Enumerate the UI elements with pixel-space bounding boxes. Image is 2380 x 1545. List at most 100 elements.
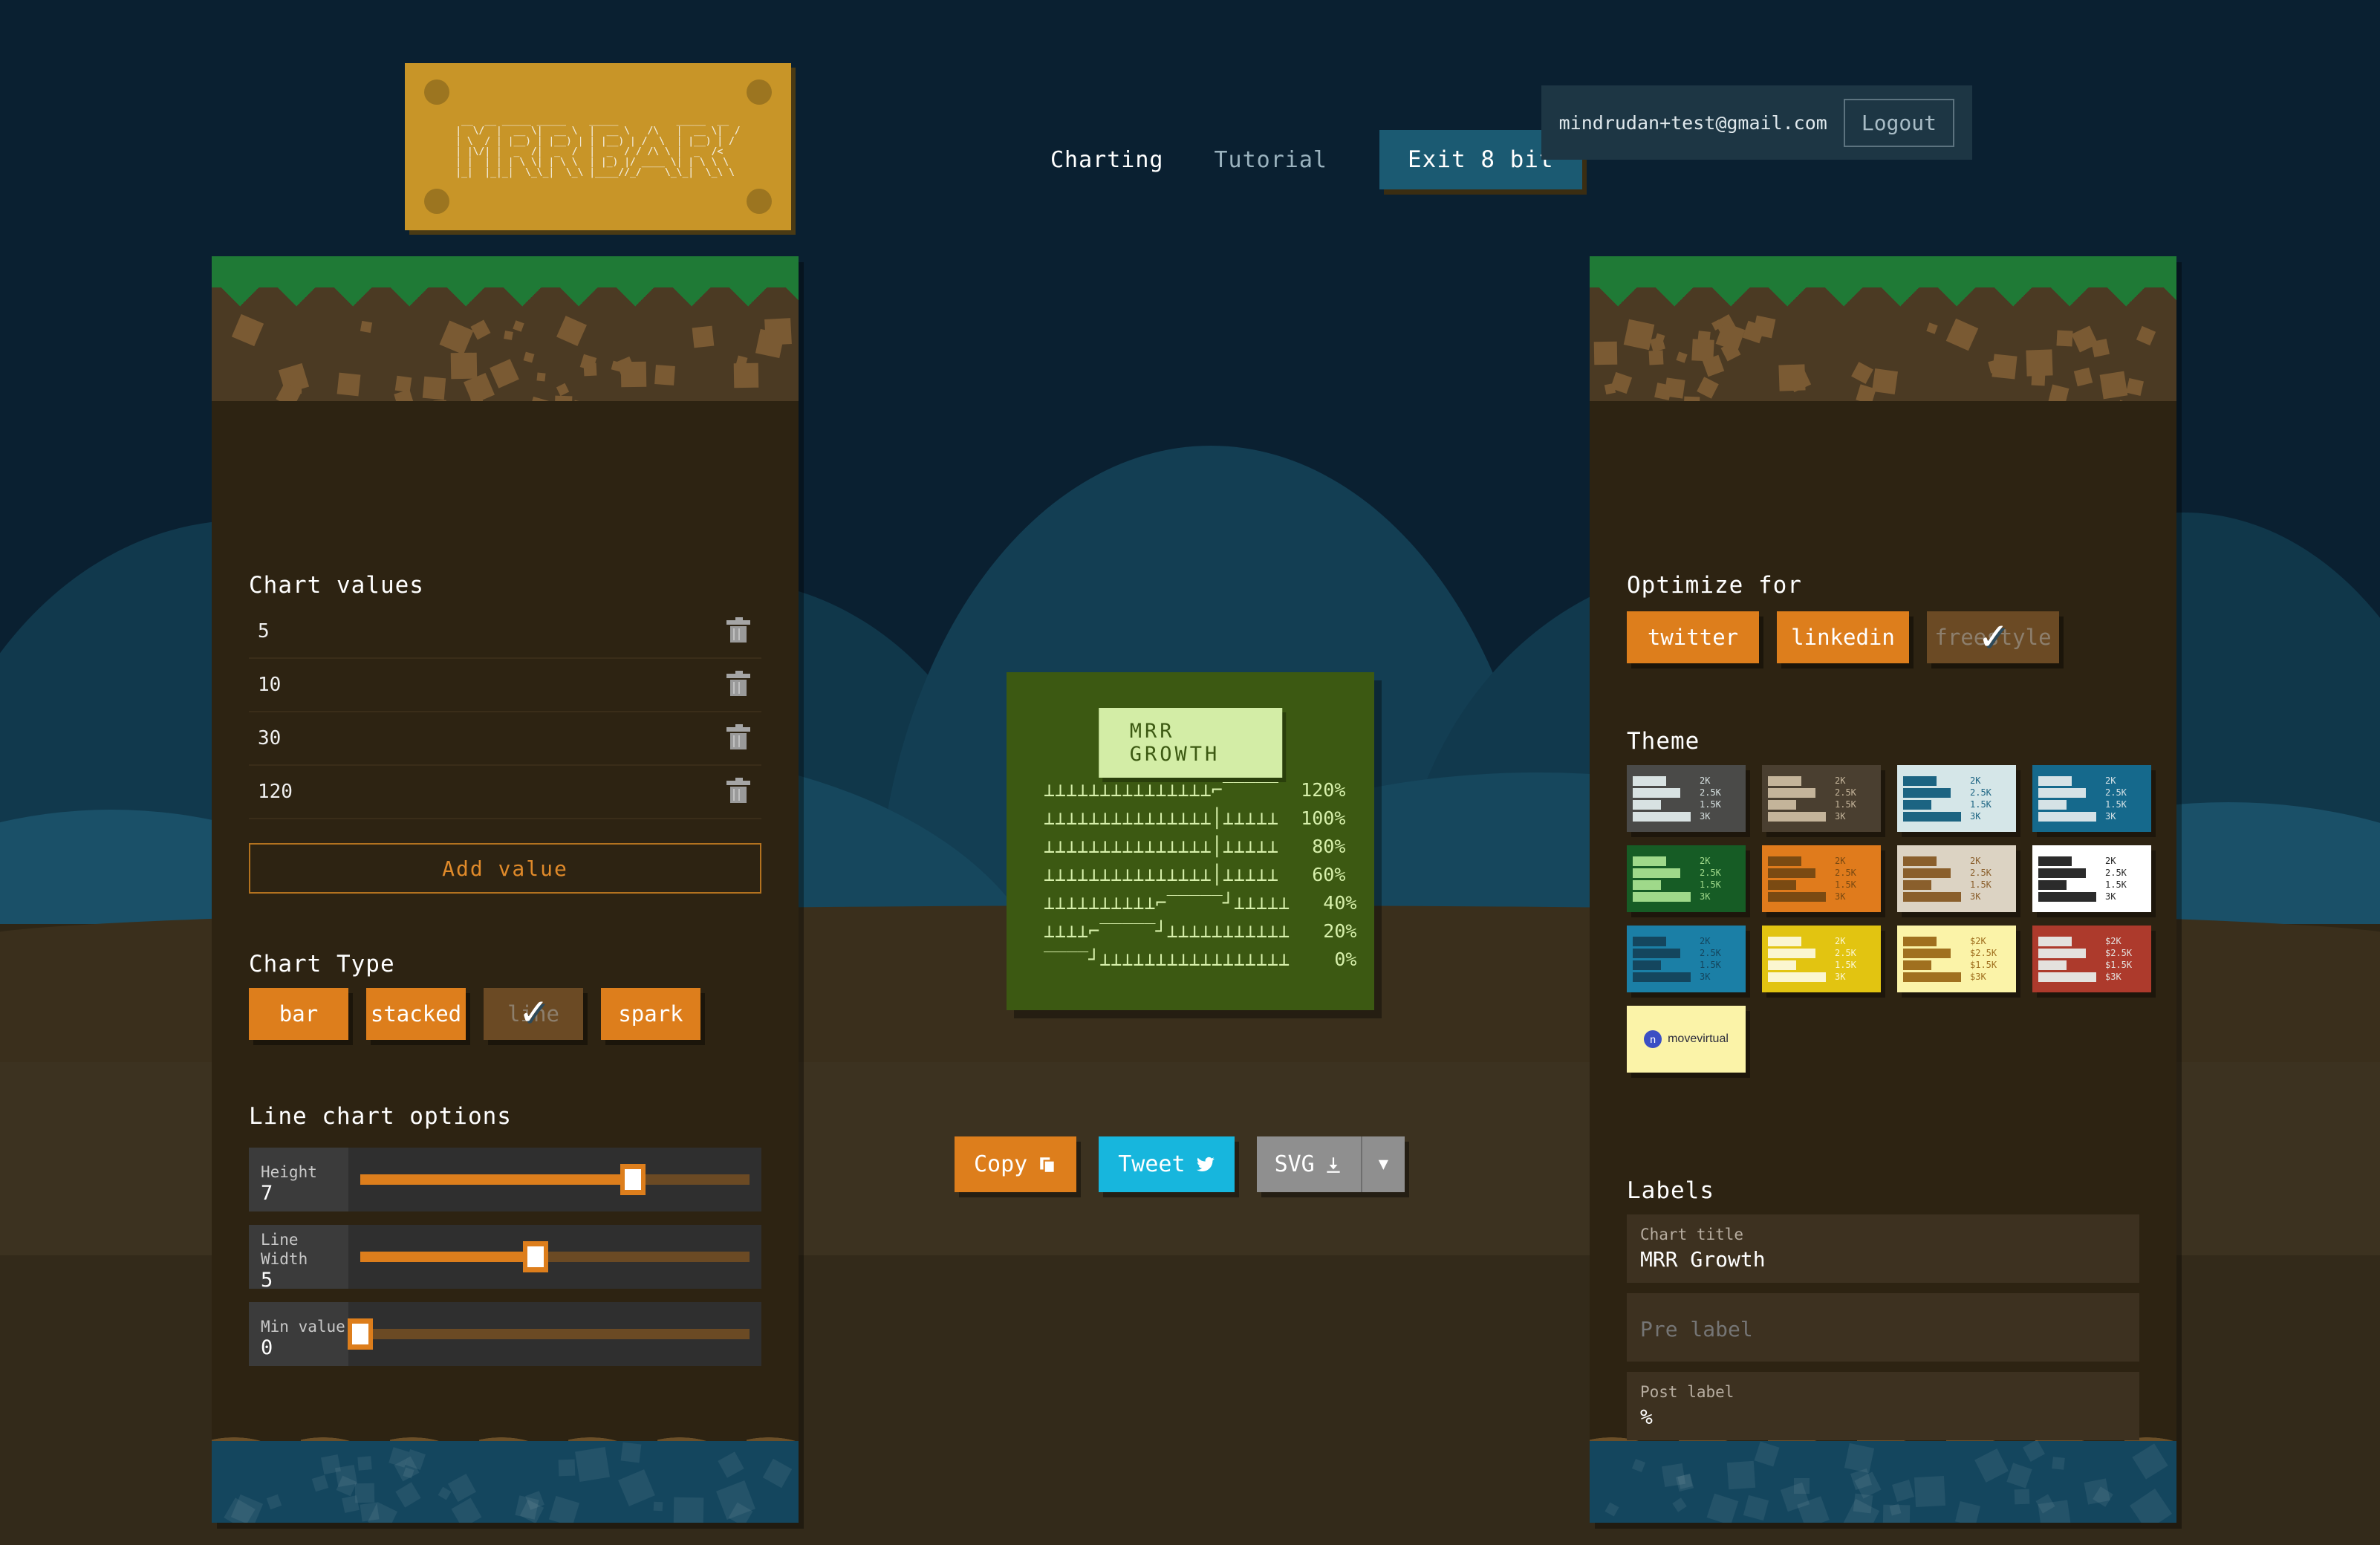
theme-mini-label: 2.5K	[1835, 948, 1856, 959]
slider-knob[interactable]	[348, 1318, 373, 1350]
theme-mini-label: 1.5K	[2105, 799, 2127, 810]
chart-type-stacked-button[interactable]: stacked	[366, 988, 466, 1040]
theme-swatch-beige[interactable]: 2K 2.5K 1.5K 3K	[1897, 845, 2016, 912]
theme-mini-label: 3K	[1835, 811, 1856, 822]
user-email: mindrudan+test@gmail.com	[1559, 112, 1827, 134]
nav-link-tutorial[interactable]: Tutorial	[1189, 147, 1353, 173]
theme-mini-labels: 2K 2.5K 1.5K 3K	[1835, 936, 1856, 983]
theme-mini-bar	[1633, 812, 1691, 822]
theme-mini-label: 2.5K	[1700, 787, 1721, 798]
theme-mini-bar	[1903, 812, 1961, 822]
theme-mini-bar	[2038, 892, 2096, 902]
optimize-label: linkedin	[1791, 625, 1895, 650]
theme-mini-bars	[1633, 776, 1694, 822]
theme-swatch-white[interactable]: 2K 2.5K 1.5K 3K	[2032, 845, 2151, 912]
theme-swatch-pale-yellow[interactable]: $2K $2.5K $1.5K $3K	[1897, 926, 2016, 992]
slider-track-area[interactable]	[348, 1302, 761, 1366]
chart-value-input[interactable]	[249, 781, 715, 803]
theme-mini-bar	[1768, 812, 1826, 822]
slider-track-area[interactable]	[348, 1148, 761, 1211]
slider-name: Line Width	[261, 1230, 348, 1269]
theme-swatch-orange[interactable]: 2K 2.5K 1.5K 3K	[1762, 845, 1881, 912]
optimize-twitter-button[interactable]: twitter	[1627, 611, 1759, 663]
chart-type-label: spark	[618, 1001, 683, 1027]
theme-swatch-dark-brown[interactable]: 2K 2.5K 1.5K 3K	[1762, 765, 1881, 832]
theme-mini-bars	[1768, 776, 1829, 822]
trash-icon	[729, 620, 748, 643]
slider-knob[interactable]	[620, 1164, 646, 1195]
theme-mini-bars	[1768, 856, 1829, 902]
preview-chart-title: MRR GROWTH	[1099, 708, 1283, 778]
theme-swatch-red[interactable]: $2K $2.5K $1.5K $3K	[2032, 926, 2151, 992]
tweet-button[interactable]: Tweet	[1099, 1136, 1234, 1192]
theme-mini-label: 1.5K	[1700, 879, 1721, 891]
chart-preview-area: MRR GROWTH ⊥⊥⊥⊥⊥⊥⊥⊥⊥⊥⊥⊥⊥⊥⊥⌐‾‾‾‾‾ 120% ⊥⊥…	[1007, 672, 1374, 1010]
theme-mini-bar	[1768, 880, 1796, 890]
svg-download-button[interactable]: SVG	[1257, 1136, 1361, 1192]
delete-value-button[interactable]	[715, 620, 761, 643]
add-value-button[interactable]: Add value	[249, 843, 761, 894]
theme-mini-label: 2.5K	[1970, 787, 1992, 798]
delete-value-button[interactable]	[715, 781, 761, 803]
logout-button[interactable]: Logout	[1844, 99, 1954, 147]
chart-type-spark-button[interactable]: spark	[601, 988, 700, 1040]
pre-label-input[interactable]	[1640, 1317, 2126, 1341]
theme-mini-bars	[2038, 856, 2099, 902]
theme-mini-label: 2K	[2105, 775, 2127, 787]
optimize-linkedin-button[interactable]: linkedin	[1777, 611, 1909, 663]
theme-swatch-green[interactable]: 2K 2.5K 1.5K 3K	[1627, 845, 1746, 912]
optimize-for-group: twitter linkedin freestyle ✓	[1627, 611, 2059, 663]
theme-swatch-blue[interactable]: 2K 2.5K 1.5K 3K	[1627, 926, 1746, 992]
chart-value-input[interactable]	[249, 727, 715, 749]
svg-format-dropdown-button[interactable]: ▼	[1361, 1136, 1405, 1192]
pre-label-field	[1627, 1293, 2139, 1362]
theme-mini-label: 3K	[1700, 891, 1721, 902]
theme-swatch-teal[interactable]: 2K 2.5K 1.5K 3K	[2032, 765, 2151, 832]
theme-mini-label: $3K	[1970, 972, 1997, 983]
slider-label: Line Width 5	[249, 1225, 348, 1289]
movevirtual-mark-icon: n	[1644, 1030, 1662, 1048]
chart-value-input[interactable]	[249, 620, 715, 643]
labels-heading: Labels	[1627, 1177, 1714, 1204]
user-box: mindrudan+test@gmail.com Logout	[1541, 85, 1972, 160]
theme-swatch-light-blue[interactable]: 2K 2.5K 1.5K 3K	[1897, 765, 2016, 832]
theme-mini-bar	[1633, 972, 1691, 982]
delete-value-button[interactable]	[715, 674, 761, 696]
optimize-freestyle-button[interactable]: freestyle ✓	[1927, 611, 2059, 663]
theme-mini-label: 1.5K	[2105, 879, 2127, 891]
theme-mini-bar	[1633, 892, 1691, 902]
checkmark-icon: ✓	[521, 991, 546, 1032]
chart-type-bar-button[interactable]: bar	[249, 988, 348, 1040]
post-label-input[interactable]	[1640, 1405, 2126, 1429]
chart-value-input[interactable]	[249, 674, 715, 696]
theme-mini-labels: 2K 2.5K 1.5K 3K	[1835, 775, 1856, 822]
post-label-field: Post label	[1627, 1372, 2139, 1440]
delete-value-button[interactable]	[715, 727, 761, 749]
chart-values-list	[249, 605, 761, 819]
slider-track-area[interactable]	[348, 1225, 761, 1289]
slider-knob[interactable]	[523, 1241, 548, 1272]
theme-mini-label: 2.5K	[1970, 868, 1992, 879]
chart-title-input[interactable]	[1640, 1247, 2126, 1272]
theme-mini-label: $1.5K	[2105, 960, 2132, 971]
theme-mini-bar	[1903, 960, 1931, 970]
value-row	[249, 712, 761, 766]
right-settings-panel: Optimize for twitter linkedin freestyle ✓…	[1590, 256, 2176, 1523]
theme-mini-label: 1.5K	[1700, 960, 1721, 971]
theme-mini-bar	[1633, 868, 1680, 878]
theme-mini-labels: 2K 2.5K 1.5K 3K	[1970, 775, 1992, 822]
theme-mini-bar	[1903, 856, 1937, 866]
copy-button[interactable]: Copy	[955, 1136, 1076, 1192]
theme-swatch-gold[interactable]: 2K 2.5K 1.5K 3K	[1762, 926, 1881, 992]
label-fields: Chart title Post label	[1627, 1214, 2139, 1451]
theme-swatch-movevirtual[interactable]: n movevirtual	[1627, 1006, 1746, 1073]
logo-plank[interactable]: __ __ _____ _____ _____ _____ __ | \/ | …	[405, 63, 791, 230]
theme-mini-bar	[1903, 949, 1951, 958]
nav-link-charting[interactable]: Charting	[1025, 147, 1189, 173]
chart-type-line-button[interactable]: line ✓	[484, 988, 583, 1040]
theme-swatch-dark-grey[interactable]: 2K 2.5K 1.5K 3K	[1627, 765, 1746, 832]
slider-fill	[360, 1174, 633, 1185]
slider-track	[360, 1329, 750, 1339]
theme-mini-bar	[1633, 949, 1680, 958]
theme-mini-bar	[1768, 960, 1796, 970]
